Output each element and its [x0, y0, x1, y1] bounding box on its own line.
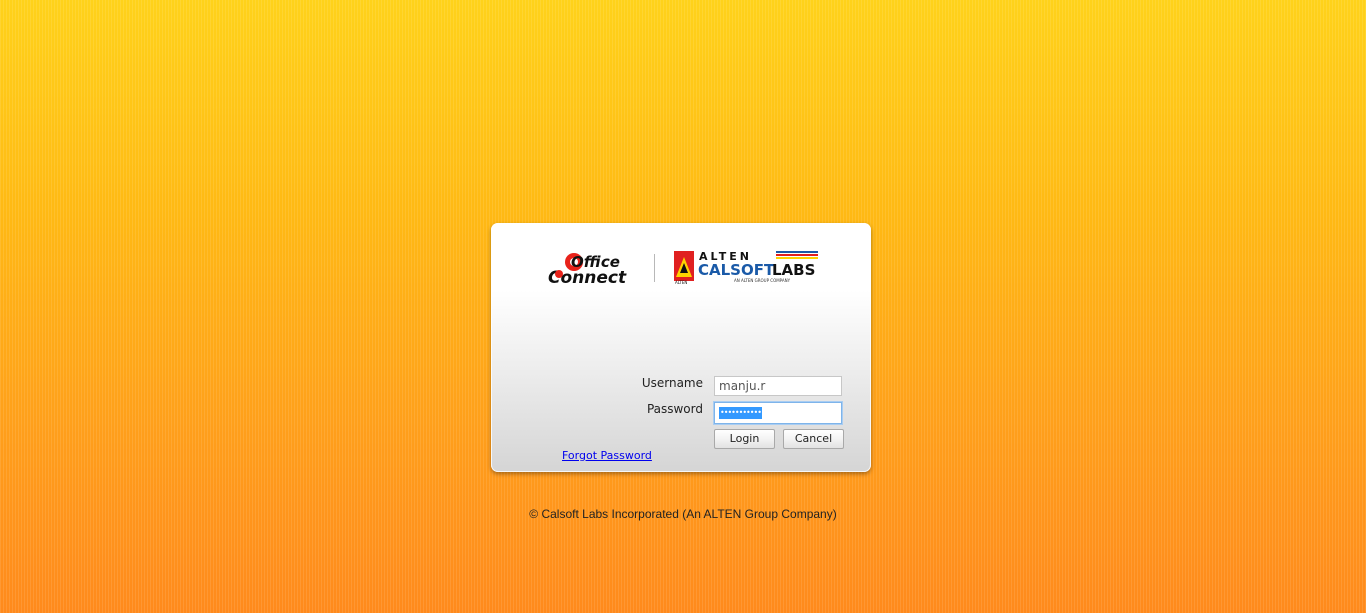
cancel-button[interactable]: Cancel	[783, 429, 844, 449]
login-card: Office Connect ALTEN ALTEN CALSOFT LABS …	[491, 223, 871, 472]
password-input[interactable]: •••••••••••	[714, 402, 842, 424]
alten-mark-text: ALTEN	[675, 280, 687, 285]
alten-calsoft-labs-logo: ALTEN ALTEN CALSOFT LABS AN ALTEN GROUP …	[674, 250, 818, 285]
forgot-password-link[interactable]: Forgot Password	[562, 449, 652, 462]
copyright-footer: © Calsoft Labs Incorporated (An ALTEN Gr…	[529, 507, 837, 521]
username-input[interactable]: manju.r	[714, 376, 842, 396]
labs-text: LABS	[772, 261, 815, 279]
office-connect-logo: Office Connect	[548, 253, 627, 286]
calsoft-text: CALSOFT	[698, 261, 775, 279]
password-mask: •••••••••••	[719, 407, 762, 419]
logo-divider	[654, 254, 655, 282]
password-label: Password	[646, 402, 703, 416]
alten-tagline: AN ALTEN GROUP COMPANY	[734, 278, 791, 283]
username-label: Username	[641, 376, 703, 390]
login-button[interactable]: Login	[714, 429, 775, 449]
